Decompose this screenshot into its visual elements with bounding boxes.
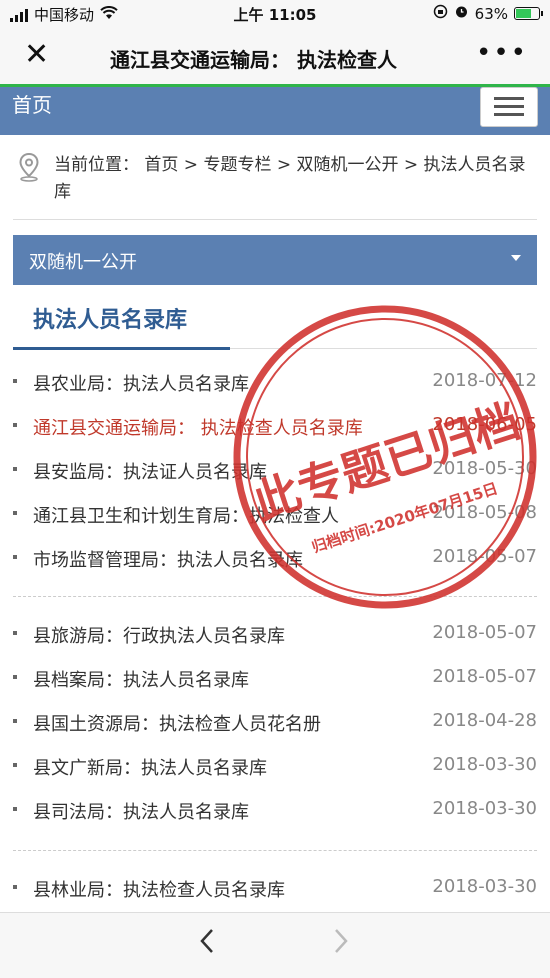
section-dropdown[interactable]: 双随机一公开: [13, 235, 537, 285]
breadcrumb-text: 当前位置： 首页 > 专题专栏 > 双随机一公开 > 执法人员名录库: [54, 155, 526, 202]
list-item[interactable]: 县文广新局：执法人员名录库 2018-03-30: [13, 744, 537, 788]
list-item-title[interactable]: 县安监局：执法证人员名录库: [33, 458, 267, 484]
location-pin-icon: [19, 152, 39, 182]
hamburger-icon[interactable]: [480, 87, 538, 127]
list-item[interactable]: 县旅游局：行政执法人员名录库 2018-05-07: [13, 612, 537, 656]
list-item-date: 2018-05-07: [432, 546, 537, 567]
bullet-icon: [13, 379, 17, 383]
tab-underline: [13, 347, 230, 350]
list-item-title[interactable]: 县林业局：执法检查人员名录库: [33, 876, 285, 902]
list-item-title[interactable]: 通江县交通运输局： 执法检查人员名录库: [33, 414, 363, 440]
more-icon[interactable]: •••: [476, 38, 528, 68]
divider: [13, 596, 537, 597]
browser-bottom-bar: [0, 912, 550, 978]
list-item[interactable]: 县档案局：执法人员名录库 2018-05-07: [13, 656, 537, 700]
list-item-title[interactable]: 县旅游局：行政执法人员名录库: [33, 622, 285, 648]
battery-charging-icon: [514, 7, 543, 20]
list-item[interactable]: 县司法局：执法人员名录库 2018-03-30: [13, 788, 537, 832]
article-list: 县农业局：执法人员名录库 2018-07-12 通江县交通运输局： 执法检查人员名录…: [13, 360, 537, 580]
list-item-date: 2018-04-28: [432, 710, 537, 731]
article-list: 县林业局：执法检查人员名录库 2018-03-30: [13, 866, 537, 910]
list-item-title[interactable]: 县档案局：执法人员名录库: [33, 666, 249, 692]
list-item-date: 2018-05-07: [432, 666, 537, 687]
bullet-icon: [13, 885, 17, 889]
bullet-icon: [13, 467, 17, 471]
list-item[interactable]: 县林业局：执法检查人员名录库 2018-03-30: [13, 866, 537, 910]
list-item-title[interactable]: 县国土资源局：执法检查人员花名册: [33, 710, 321, 736]
list-item-date: 2018-05-08: [432, 502, 537, 523]
list-item[interactable]: 县农业局：执法人员名录库 2018-07-12: [13, 360, 537, 404]
list-item-title[interactable]: 县农业局：执法人员名录库: [33, 370, 249, 396]
tab-title[interactable]: 执法人员名录库: [33, 302, 187, 334]
list-item-title[interactable]: 通江县卫生和计划生育局：执法检查人: [33, 502, 339, 528]
close-icon[interactable]: ✕: [24, 40, 49, 70]
list-item-date: 2018-06-05: [432, 414, 537, 435]
site-nav: 首页: [0, 87, 550, 135]
list-item-title[interactable]: 县司法局：执法人员名录库: [33, 798, 249, 824]
bullet-icon: [13, 555, 17, 559]
page-title: 通江县交通运输局： 执法检查人: [110, 48, 397, 72]
chevron-right-icon[interactable]: [332, 927, 350, 963]
list-item-date: 2018-03-30: [432, 754, 537, 775]
list-item[interactable]: 通江县交通运输局： 执法检查人员名录库 2018-06-05: [13, 404, 537, 448]
bullet-icon: [13, 631, 17, 635]
list-item-title[interactable]: 市场监督管理局：执法人员名录库: [33, 546, 303, 572]
bullet-icon: [13, 511, 17, 515]
list-item[interactable]: 通江县卫生和计划生育局：执法检查人 2018-05-08: [13, 492, 537, 536]
divider: [13, 219, 537, 220]
breadcrumb: 当前位置： 首页 > 专题专栏 > 双随机一公开 > 执法人员名录库: [18, 150, 530, 210]
list-item[interactable]: 县国土资源局：执法检查人员花名册 2018-04-28: [13, 700, 537, 744]
caret-down-icon: [511, 255, 521, 261]
bullet-icon: [13, 675, 17, 679]
bullet-icon: [13, 719, 17, 723]
list-item-date: 2018-03-30: [432, 876, 537, 897]
bullet-icon: [13, 763, 17, 767]
rotation-lock-icon: [433, 4, 448, 23]
list-item[interactable]: 市场监督管理局：执法人员名录库 2018-05-07: [13, 536, 537, 580]
status-bar: 中国移动 上午 11:05 63%: [0, 0, 550, 28]
alarm-icon: [454, 4, 469, 23]
chevron-left-icon[interactable]: [198, 927, 216, 963]
list-item-title[interactable]: 县文广新局：执法人员名录库: [33, 754, 267, 780]
list-item-date: 2018-05-30: [432, 458, 537, 479]
list-item[interactable]: 县安监局：执法证人员名录库 2018-05-30: [13, 448, 537, 492]
list-item-date: 2018-05-07: [432, 622, 537, 643]
bullet-icon: [13, 807, 17, 811]
list-item-date: 2018-07-12: [432, 370, 537, 391]
list-item-date: 2018-03-30: [432, 798, 537, 819]
bullet-icon: [13, 423, 17, 427]
section-label: 双随机一公开: [29, 252, 137, 273]
wechat-header: ✕ 通江县交通运输局： 执法检查人 •••: [0, 28, 550, 87]
divider: [13, 850, 537, 851]
battery-percent: 63%: [474, 4, 508, 23]
article-list: 县旅游局：行政执法人员名录库 2018-05-07 县档案局：执法人员名录库 2018…: [13, 612, 537, 832]
nav-home-link[interactable]: 首页: [12, 89, 52, 118]
